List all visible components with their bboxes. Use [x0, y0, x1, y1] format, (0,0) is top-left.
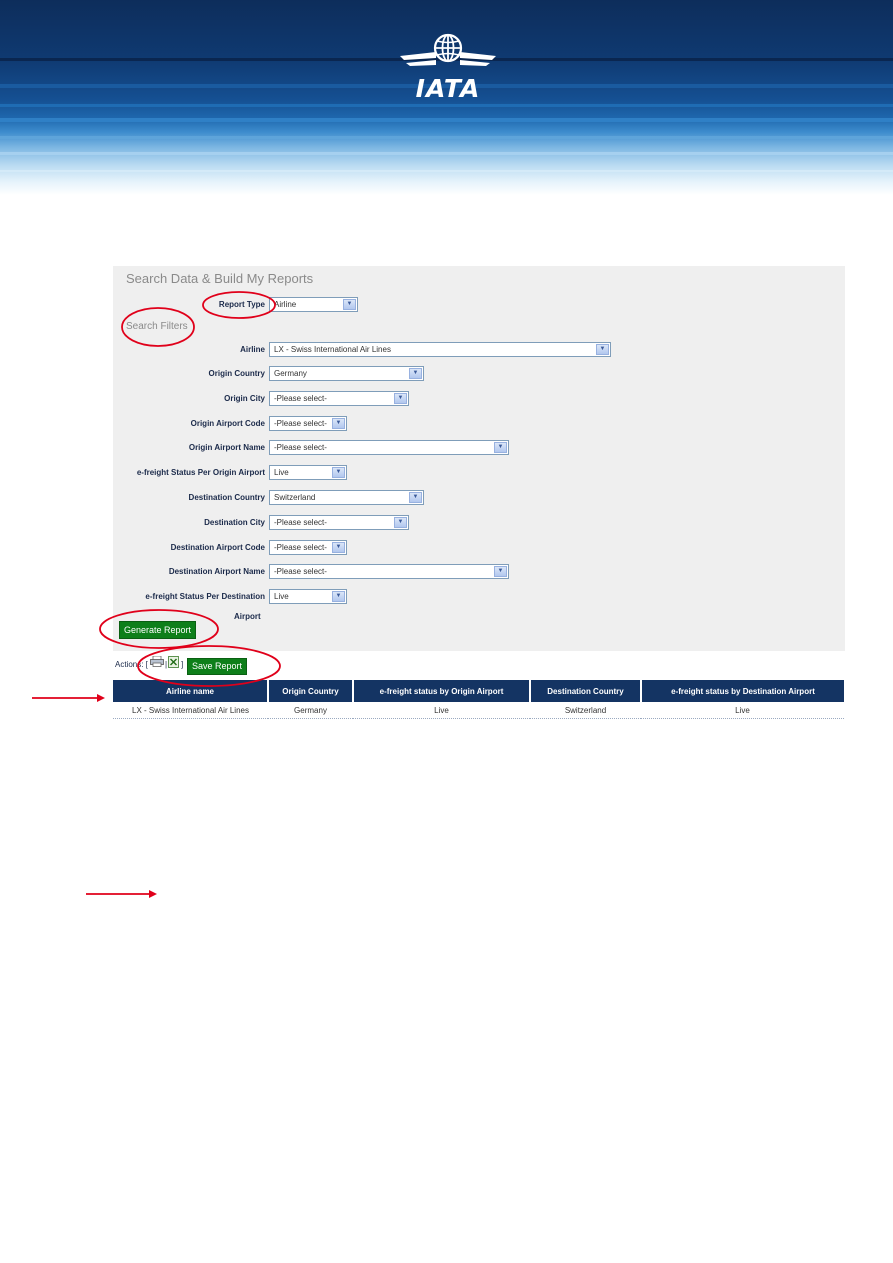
select-value: -Please select-: [274, 443, 327, 452]
annotation-arrow: [86, 890, 157, 898]
print-icon[interactable]: [150, 656, 164, 667]
chevron-down-icon[interactable]: ▼: [332, 542, 345, 553]
airline-select[interactable]: LX - Swiss International Air Lines ▼: [269, 342, 611, 357]
banner-stripe: [0, 136, 893, 139]
report-type-select[interactable]: Airline ▼: [269, 297, 358, 312]
filter-label: Origin Country: [208, 369, 265, 378]
header-banner: IATA: [0, 0, 893, 195]
filter-label: Destination Airport Code: [170, 543, 265, 552]
actions-bar: Actions: [ | ]: [115, 660, 183, 669]
filter-row-origin-airport-name: Origin Airport Name -Please select- ▼: [113, 440, 845, 458]
chevron-down-icon[interactable]: ▼: [494, 442, 507, 453]
column-header[interactable]: e-freight status by Destination Airport: [641, 680, 844, 702]
filter-label: Origin City: [224, 394, 265, 403]
origin-country-select[interactable]: Germany ▼: [269, 366, 424, 381]
select-value: Switzerland: [274, 493, 316, 502]
chevron-down-icon[interactable]: ▼: [332, 418, 345, 429]
destination-airport-name-select[interactable]: -Please select- ▼: [269, 564, 509, 579]
select-value: Germany: [274, 369, 307, 378]
filter-row-destination-country: Destination Country Switzerland ▼: [113, 490, 845, 508]
filter-label: Origin Airport Name: [188, 443, 265, 452]
actions-close: ]: [181, 660, 184, 669]
report-type-row: Report Type Airline ▼: [113, 297, 845, 315]
table-row: LX - Swiss International Air Lines Germa…: [113, 702, 844, 719]
globe-wings-icon: [400, 33, 496, 66]
table-header-row: Airline name Origin Country e-freight st…: [113, 680, 844, 702]
table-cell: LX - Swiss International Air Lines: [113, 702, 268, 719]
filter-label: Airline: [240, 345, 265, 354]
filter-label: Destination Airport Name: [168, 567, 265, 576]
chevron-down-icon[interactable]: ▼: [494, 566, 507, 577]
filter-row-origin-status: e-freight Status Per Origin Airport Live…: [113, 465, 845, 483]
select-value: -Please select-: [274, 419, 327, 428]
filter-label: e-freight Status Per Origin Airport: [136, 468, 265, 477]
search-panel: Search Data & Build My Reports Report Ty…: [113, 266, 845, 651]
results-table: Airline name Origin Country e-freight st…: [113, 680, 844, 719]
filter-label: e-freight Status Per Destination: [145, 592, 265, 601]
origin-status-select[interactable]: Live ▼: [269, 465, 347, 480]
select-value: -Please select-: [274, 567, 327, 576]
actions-separator: |: [165, 660, 168, 669]
chevron-down-icon[interactable]: ▼: [343, 299, 356, 310]
filter-label-continuation: Airport: [234, 612, 261, 621]
banner-stripe: [0, 170, 893, 172]
excel-export-icon[interactable]: [168, 656, 179, 668]
chevron-down-icon[interactable]: ▼: [409, 492, 422, 503]
table-cell: Switzerland: [530, 702, 641, 719]
table-cell: Live: [641, 702, 844, 719]
banner-stripe: [0, 152, 893, 155]
filter-row-destination-airport-code: Destination Airport Code -Please select-…: [113, 540, 845, 558]
filter-row-origin-airport-code: Origin Airport Code -Please select- ▼: [113, 416, 845, 434]
table-cell: Live: [353, 702, 530, 719]
destination-airport-code-select[interactable]: -Please select- ▼: [269, 540, 347, 555]
filter-label: Origin Airport Code: [190, 419, 265, 428]
destination-city-select[interactable]: -Please select- ▼: [269, 515, 409, 530]
chevron-down-icon[interactable]: ▼: [409, 368, 422, 379]
logo-text: IATA: [415, 74, 481, 103]
column-header[interactable]: Origin Country: [268, 680, 354, 702]
select-value: -Please select-: [274, 394, 327, 403]
filters-title: Search Filters: [126, 321, 188, 332]
annotation-arrow: [32, 694, 105, 702]
select-value: -Please select-: [274, 518, 327, 527]
select-value: LX - Swiss International Air Lines: [274, 345, 391, 354]
column-header[interactable]: Airline name: [113, 680, 269, 702]
chevron-down-icon[interactable]: ▼: [394, 517, 407, 528]
select-value: Airline: [274, 300, 297, 309]
banner-stripe: [0, 104, 893, 107]
filter-label: Destination Country: [188, 493, 265, 502]
select-value: Live: [274, 592, 289, 601]
panel-title: Search Data & Build My Reports: [126, 271, 314, 286]
actions-label: Actions: [: [115, 660, 148, 669]
select-value: Live: [274, 468, 289, 477]
origin-airport-name-select[interactable]: -Please select- ▼: [269, 440, 509, 455]
column-header[interactable]: Destination Country: [530, 680, 642, 702]
table-cell: Germany: [268, 702, 353, 719]
banner-stripe: [0, 118, 893, 122]
filter-row-airline: Airline LX - Swiss International Air Lin…: [113, 342, 845, 360]
chevron-down-icon[interactable]: ▼: [596, 344, 609, 355]
chevron-down-icon[interactable]: ▼: [394, 393, 407, 404]
chevron-down-icon[interactable]: ▼: [332, 467, 345, 478]
destination-country-select[interactable]: Switzerland ▼: [269, 490, 424, 505]
filter-row-origin-country: Origin Country Germany ▼: [113, 366, 845, 384]
filter-row-origin-city: Origin City -Please select- ▼: [113, 391, 845, 409]
filter-row-destination-city: Destination City -Please select- ▼: [113, 515, 845, 533]
iata-logo: IATA: [398, 32, 498, 103]
generate-report-button[interactable]: Generate Report: [119, 621, 197, 639]
select-value: -Please select-: [274, 543, 327, 552]
origin-airport-code-select[interactable]: -Please select- ▼: [269, 416, 347, 431]
destination-status-select[interactable]: Live ▼: [269, 589, 347, 604]
report-type-label: Report Type: [218, 300, 265, 309]
column-header[interactable]: e-freight status by Origin Airport: [353, 680, 531, 702]
origin-city-select[interactable]: -Please select- ▼: [269, 391, 409, 406]
chevron-down-icon[interactable]: ▼: [332, 591, 345, 602]
filter-row-destination-status: e-freight Status Per Destination Live ▼: [113, 589, 845, 607]
filter-label: Destination City: [204, 518, 265, 527]
save-report-button[interactable]: Save Report: [187, 658, 248, 675]
filter-row-destination-airport-name: Destination Airport Name -Please select-…: [113, 564, 845, 582]
